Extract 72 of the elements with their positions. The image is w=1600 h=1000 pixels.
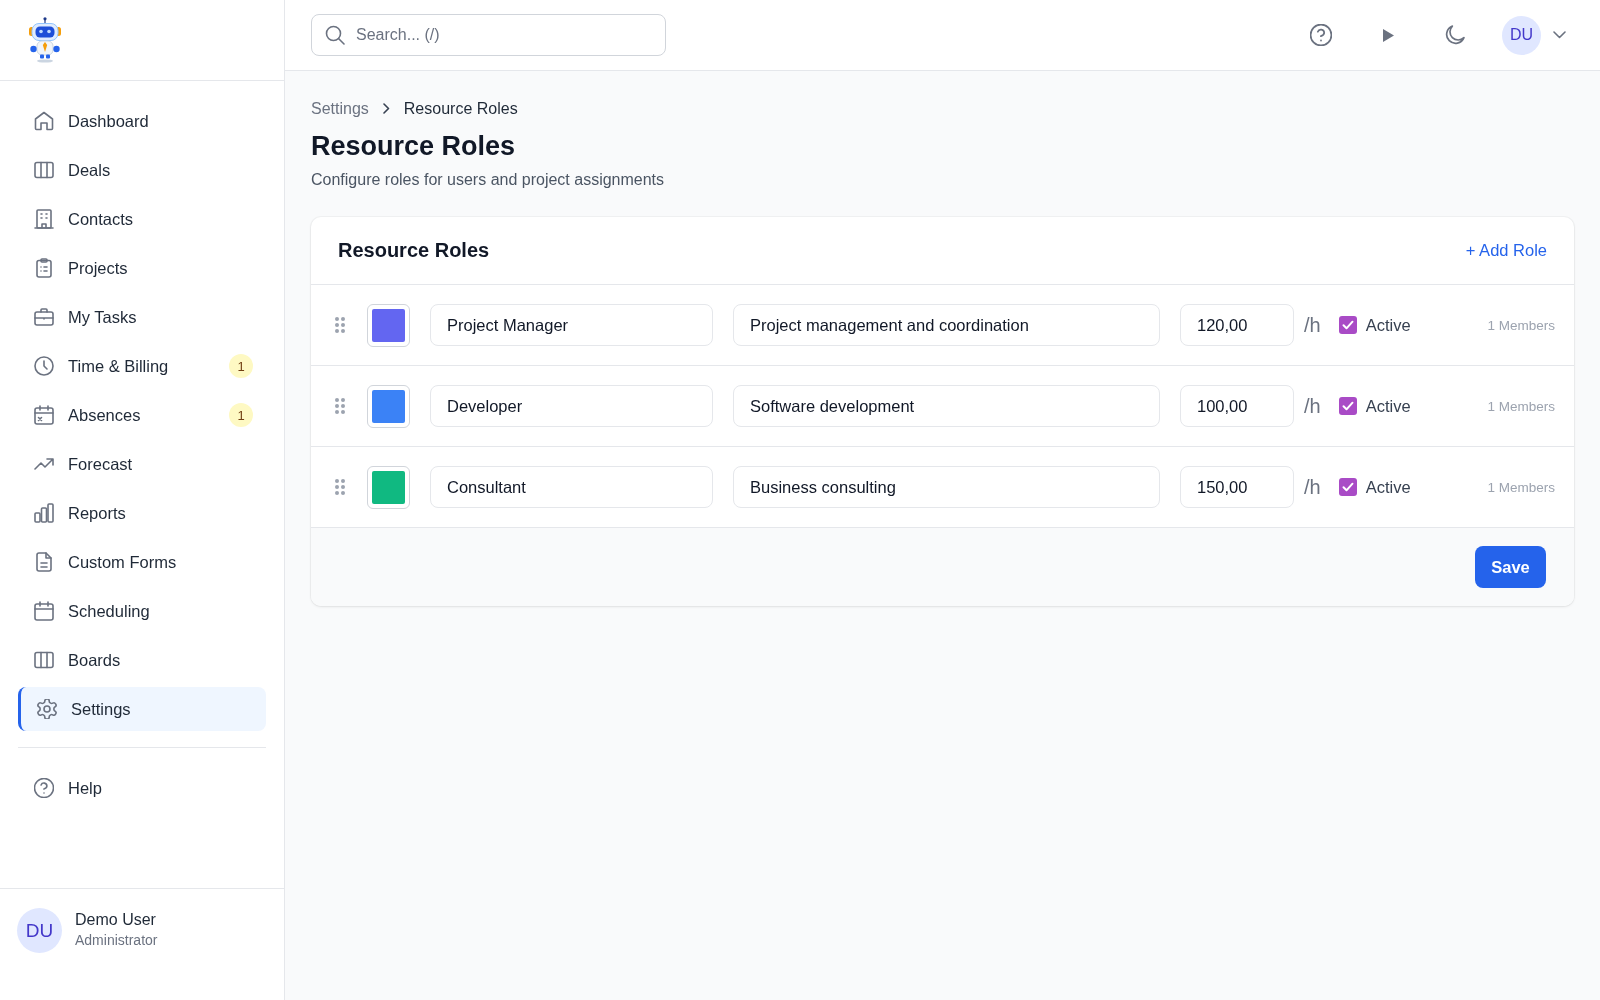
breadcrumb-link[interactable]: Settings bbox=[311, 99, 369, 118]
member-count: 1 Members bbox=[1487, 398, 1555, 414]
nav-item[interactable]: Deals bbox=[18, 148, 266, 192]
search-icon bbox=[325, 25, 345, 45]
hourly-rate-input[interactable]: 100,00 bbox=[1180, 385, 1294, 427]
drag-handle-icon[interactable] bbox=[335, 398, 345, 414]
building-icon bbox=[34, 209, 54, 229]
checkbox-label: Active bbox=[1365, 477, 1411, 497]
user-role: Administrator bbox=[75, 932, 158, 948]
user-avatar-button[interactable]: DU bbox=[1502, 15, 1541, 55]
checkbox-label: Active bbox=[1365, 396, 1411, 416]
role-name-input[interactable]: Developer bbox=[430, 385, 713, 427]
clipboard-icon bbox=[34, 258, 54, 278]
nav-item[interactable]: Scheduling bbox=[18, 589, 266, 633]
save-button[interactable]: Save bbox=[1475, 546, 1546, 588]
chevron-down-icon[interactable] bbox=[1553, 31, 1566, 39]
nav-item[interactable]: Help bbox=[18, 766, 266, 810]
hourly-rate-input[interactable]: 120,00 bbox=[1180, 304, 1294, 346]
chevron-right-icon bbox=[382, 103, 390, 114]
rate-unit-label: /h bbox=[1304, 475, 1321, 499]
settings-icon bbox=[37, 699, 57, 719]
page-subtitle: Configure roles for users and project assignments bbox=[311, 170, 666, 189]
robot-logo-icon bbox=[28, 17, 62, 63]
nav-item[interactable]: Time & Billing 1 bbox=[18, 344, 266, 388]
play-icon[interactable] bbox=[1382, 28, 1394, 42]
nav-item[interactable]: Boards bbox=[18, 638, 266, 682]
page-title: Resource Roles bbox=[311, 130, 517, 162]
card-title: Resource Roles bbox=[338, 239, 490, 262]
user-name: Demo User bbox=[75, 911, 157, 929]
active-checkbox[interactable] bbox=[1338, 316, 1357, 334]
nav-item[interactable]: Absences 1 bbox=[18, 393, 266, 437]
nav-item[interactable]: Contacts bbox=[18, 197, 266, 241]
home-icon bbox=[34, 111, 54, 131]
rate-unit-label: /h bbox=[1304, 394, 1321, 418]
role-description-input[interactable]: Business consulting bbox=[733, 466, 1160, 508]
checkbox-label: Active bbox=[1365, 315, 1411, 335]
count-badge: 1 bbox=[229, 403, 253, 427]
breadcrumb-current: Resource Roles bbox=[403, 99, 518, 118]
role-name-input[interactable]: Project Manager bbox=[430, 304, 713, 346]
moon-icon[interactable] bbox=[1445, 25, 1465, 45]
bar-chart-icon bbox=[34, 503, 54, 523]
user-avatar: DU bbox=[17, 908, 62, 953]
nav-item[interactable]: Reports bbox=[18, 491, 266, 535]
member-count: 1 Members bbox=[1487, 479, 1555, 495]
briefcase-icon bbox=[34, 307, 54, 327]
nav-item[interactable]: Projects bbox=[18, 246, 266, 290]
nav-item[interactable]: Dashboard bbox=[18, 99, 266, 143]
role-name-input[interactable]: Consultant bbox=[430, 466, 713, 508]
calendar-x-icon bbox=[34, 405, 54, 425]
help-icon bbox=[34, 778, 54, 798]
count-badge: 1 bbox=[229, 354, 253, 378]
document-icon bbox=[34, 552, 54, 572]
nav-item[interactable]: Custom Forms bbox=[18, 540, 266, 584]
role-description-input[interactable]: Software development bbox=[733, 385, 1160, 427]
active-checkbox[interactable] bbox=[1338, 478, 1357, 496]
active-checkbox[interactable] bbox=[1338, 397, 1357, 415]
drag-handle-icon[interactable] bbox=[335, 479, 345, 495]
add-role-button[interactable]: + Add Role bbox=[1465, 241, 1547, 260]
search-input[interactable]: Search... (/) bbox=[311, 14, 666, 56]
columns-icon bbox=[34, 650, 54, 670]
role-description-input[interactable]: Project management and coordination bbox=[733, 304, 1160, 346]
hourly-rate-input[interactable]: 150,00 bbox=[1180, 466, 1294, 508]
clock-icon bbox=[34, 356, 54, 376]
drag-handle-icon[interactable] bbox=[335, 317, 345, 333]
help-icon[interactable] bbox=[1310, 24, 1332, 46]
member-count: 1 Members bbox=[1487, 317, 1555, 333]
nav-item[interactable]: Settings bbox=[18, 687, 266, 731]
nav-item[interactable]: Forecast bbox=[18, 442, 266, 486]
rate-unit-label: /h bbox=[1304, 313, 1321, 337]
calendar-icon bbox=[34, 601, 54, 621]
nav-item[interactable]: My Tasks bbox=[18, 295, 266, 339]
columns-icon bbox=[34, 160, 54, 180]
